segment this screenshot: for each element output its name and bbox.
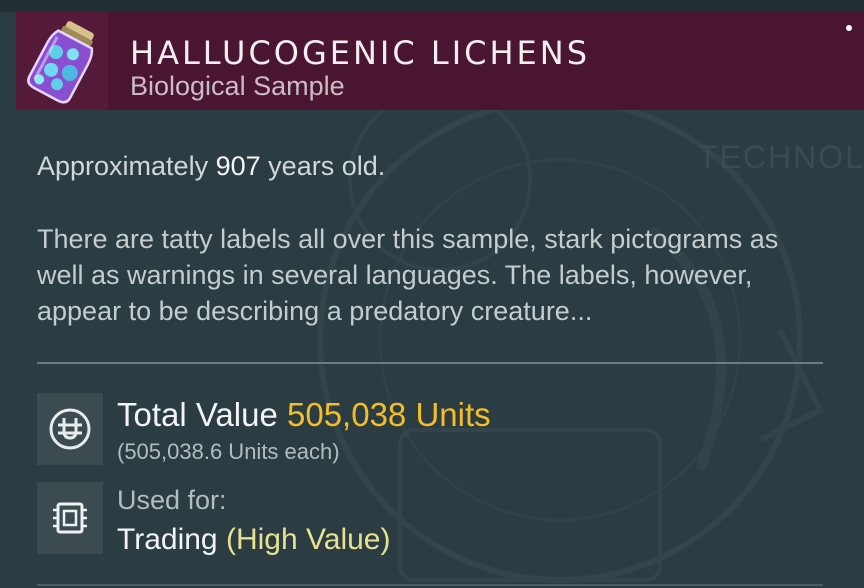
unit-value: (505,038.6 Units each) <box>117 439 340 464</box>
age-prefix: Approximately <box>37 151 209 181</box>
item-header: HALLUCOGENIC LICHENS Biological Sample <box>16 12 864 110</box>
item-age: Approximately 907 years old. <box>37 151 385 182</box>
usage-tag: (High Value) <box>225 523 391 556</box>
usage-type: Trading <box>117 523 218 556</box>
specimen-jar-icon <box>27 21 94 104</box>
item-description: There are tatty labels all over this sam… <box>37 224 779 326</box>
age-suffix: years old. <box>268 151 386 181</box>
item-category: Biological Sample <box>130 71 345 101</box>
top-strip <box>0 0 864 12</box>
chip-icon <box>53 502 87 534</box>
total-value: Total Value 505,038 Units <box>117 396 491 434</box>
bottom-divider <box>37 584 823 586</box>
usage-label: Used for: <box>117 485 227 515</box>
divider <box>37 362 823 364</box>
item-details: Approximately 907 years old. There are t… <box>0 110 864 588</box>
corner-dot <box>846 25 852 31</box>
age-value: 907 <box>215 151 261 181</box>
usage-icon-frame <box>37 482 103 554</box>
item-title: HALLUCOGENIC LICHENS <box>130 34 591 72</box>
item-icon-frame <box>16 12 108 110</box>
units-currency-icon <box>49 408 91 450</box>
usage-value: Trading (High Value) <box>117 523 390 557</box>
total-value-amount: 505,038 Units <box>287 396 491 433</box>
value-icon-frame <box>37 393 103 465</box>
total-value-label: Total Value <box>117 396 278 433</box>
